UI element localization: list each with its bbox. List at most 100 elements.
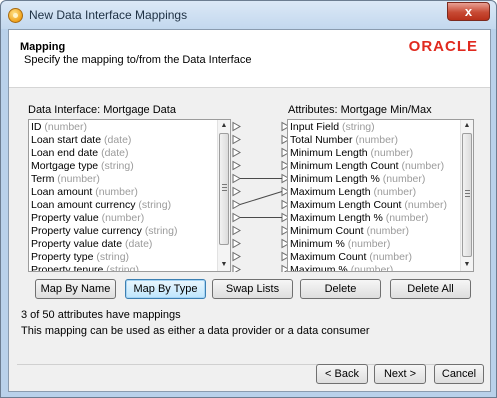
back-button[interactable]: < Back [316, 364, 368, 384]
item-name: Maximum Count [290, 251, 367, 263]
interface-list-item[interactable]: Loan amount (number) [29, 186, 217, 199]
item-type: (number) [101, 212, 145, 224]
mapping-connectors [231, 119, 287, 272]
interface-list-item[interactable]: Property value (number) [29, 212, 217, 225]
page-title: Mapping [20, 41, 66, 53]
page-subtitle: Specify the mapping to/from the Data Int… [24, 54, 252, 66]
item-type: (number) [385, 212, 429, 224]
attribute-list-item[interactable]: Maximum Count (number) [288, 251, 460, 264]
interface-list-item[interactable]: Property value currency (string) [29, 225, 217, 238]
usage-note-text: This mapping can be used as either a dat… [21, 325, 370, 337]
attribute-list-item[interactable]: Maximum Length (number) [288, 186, 460, 199]
left-scrollbar[interactable]: ▲ ▼ [217, 120, 230, 271]
attribute-list-item[interactable]: Total Number (number) [288, 134, 460, 147]
item-name: Minimum Length Count [290, 160, 399, 172]
interface-list-item[interactable]: Term (number) [29, 173, 217, 186]
attribute-list-item[interactable]: Minimum Count (number) [288, 225, 460, 238]
next-button[interactable]: Next > [374, 364, 426, 384]
attribute-list-item[interactable]: Input Field (string) [288, 121, 460, 134]
source-connector-arrow-icon[interactable] [232, 121, 242, 132]
attribute-list-item[interactable]: Minimum % (number) [288, 238, 460, 251]
scroll-thumb[interactable] [462, 133, 472, 257]
left-rows: ID (number) Loan start date (date) Loan en… [29, 121, 217, 272]
item-type: (number) [373, 186, 417, 198]
interface-list-item[interactable]: Property value date (date) [29, 238, 217, 251]
interface-list-item[interactable]: Loan amount currency (string) [29, 199, 217, 212]
item-name: Loan amount currency [31, 199, 136, 211]
interface-list-item[interactable]: Mortgage type (string) [29, 160, 217, 173]
source-connector-arrow-icon[interactable] [232, 173, 242, 184]
item-name: Total Number [290, 134, 353, 146]
item-type: (string) [101, 160, 134, 172]
dialog-window: New Data Interface Mappings x Mapping Sp… [0, 0, 497, 398]
item-type: (date) [101, 147, 129, 159]
source-connector-arrow-icon[interactable] [232, 264, 242, 273]
source-connector-arrow-icon[interactable] [232, 160, 242, 171]
mapping-line[interactable] [239, 191, 283, 205]
item-type: (number) [347, 238, 391, 250]
source-connector-arrow-icon[interactable] [232, 199, 242, 210]
item-type: (number) [355, 134, 398, 146]
title-bar[interactable]: New Data Interface Mappings x [1, 1, 496, 29]
scroll-down-arrow[interactable]: ▼ [218, 259, 230, 271]
scroll-up-arrow[interactable]: ▲ [218, 120, 230, 132]
item-type: (number) [404, 199, 448, 211]
item-name: Loan amount [31, 186, 93, 198]
item-type: (number) [95, 186, 138, 198]
data-interface-list[interactable]: ID (number) Loan start date (date) Loan en… [28, 119, 231, 272]
interface-list-item[interactable]: Loan start date (date) [29, 134, 217, 147]
interface-list-item[interactable]: Property type (string) [29, 251, 217, 264]
item-name: Minimum Count [290, 225, 364, 237]
swap-lists-button[interactable]: Swap Lists [212, 279, 293, 299]
map-by-type-button[interactable]: Map By Type [125, 279, 206, 299]
attribute-list-item[interactable]: Minimum Length Count (number) [288, 160, 460, 173]
wizard-header: Mapping Specify the mapping to/from the … [9, 30, 490, 88]
item-name: Loan start date [31, 134, 102, 146]
item-type: (number) [401, 160, 445, 172]
item-type: (string) [106, 264, 139, 272]
item-name: Property value [31, 212, 99, 224]
window-title: New Data Interface Mappings [29, 8, 188, 22]
source-connector-arrow-icon[interactable] [232, 251, 242, 262]
item-type: (number) [350, 264, 394, 272]
right-list-title: Attributes: Mortgage Min/Max [288, 104, 432, 116]
item-type: (date) [103, 134, 132, 146]
source-connector-arrow-icon[interactable] [232, 238, 242, 249]
item-type: (string) [138, 199, 172, 211]
source-connector-arrow-icon[interactable] [232, 186, 242, 197]
source-connector-arrow-icon[interactable] [232, 212, 242, 223]
map-by-name-button[interactable]: Map By Name [35, 279, 116, 299]
item-name: Input Field [290, 121, 340, 133]
item-name: Property value currency [31, 225, 142, 237]
oracle-logo: ORACLE [408, 38, 478, 55]
attributes-list[interactable]: Input Field (string) Total Number (number… [287, 119, 474, 272]
interface-list-item[interactable]: ID (number) [29, 121, 217, 134]
item-name: Loan end date [31, 147, 99, 159]
interface-list-item[interactable]: Property tenure (string) [29, 264, 217, 272]
scroll-up-arrow[interactable]: ▲ [461, 120, 473, 132]
attribute-list-item[interactable]: Minimum Length % (number) [288, 173, 460, 186]
item-type: (date) [124, 238, 153, 250]
source-connector-arrow-icon[interactable] [232, 134, 242, 145]
scroll-thumb[interactable] [219, 133, 229, 245]
mapping-count-text: 3 of 50 attributes have mappings [21, 309, 181, 321]
attribute-list-item[interactable]: Minimum Length (number) [288, 147, 460, 160]
delete-all-button[interactable]: Delete All [390, 279, 471, 299]
attribute-list-item[interactable]: Maximum Length % (number) [288, 212, 460, 225]
scroll-down-arrow[interactable]: ▼ [461, 259, 473, 271]
attribute-list-item[interactable]: Maximum Length Count (number) [288, 199, 460, 212]
item-type: (number) [382, 173, 426, 185]
item-name: Maximum % [290, 264, 348, 272]
close-button[interactable]: x [447, 2, 490, 21]
right-rows: Input Field (string) Total Number (number… [288, 121, 460, 272]
item-name: ID [31, 121, 42, 133]
cancel-button[interactable]: Cancel [434, 364, 484, 384]
source-connector-arrow-icon[interactable] [232, 147, 242, 158]
item-name: Property value date [31, 238, 123, 250]
item-type: (string) [96, 251, 130, 263]
attribute-list-item[interactable]: Maximum % (number) [288, 264, 460, 272]
delete-button[interactable]: Delete [300, 279, 381, 299]
right-scrollbar[interactable]: ▲ ▼ [460, 120, 473, 271]
source-connector-arrow-icon[interactable] [232, 225, 242, 236]
interface-list-item[interactable]: Loan end date (date) [29, 147, 217, 160]
